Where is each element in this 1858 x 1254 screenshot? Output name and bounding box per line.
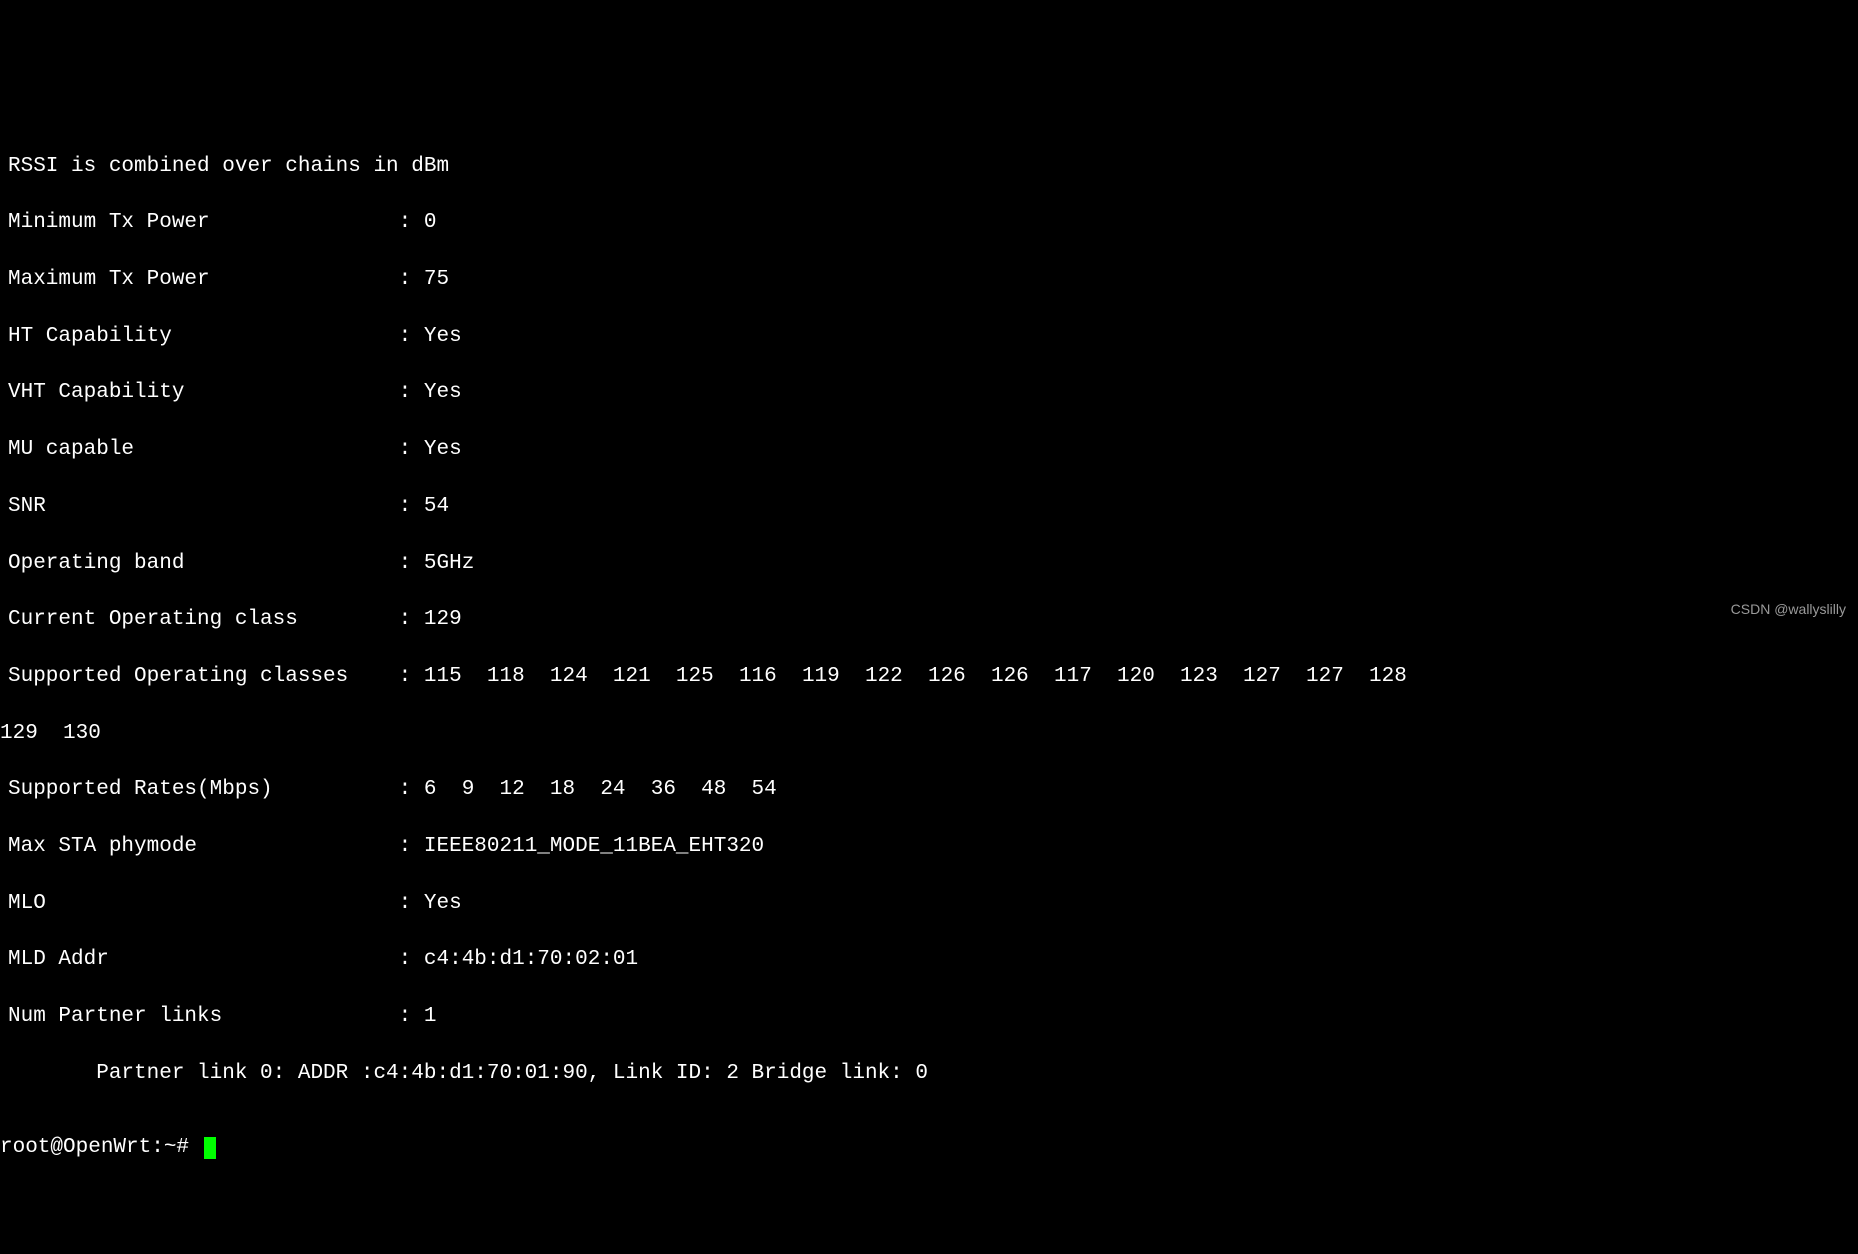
current-operating-class-label: Current Operating class — [8, 608, 298, 631]
max-tx-power-label: Maximum Tx Power — [8, 268, 210, 291]
max-sta-phymode-row: Max STA phymode : IEEE80211_MODE_11BEA_E… — [0, 833, 1858, 861]
cursor-icon — [204, 1137, 216, 1159]
operating-band-value: 5GHz — [424, 552, 474, 575]
snr-label: SNR — [8, 495, 46, 518]
supported-operating-classes-wrap: 129 130 — [0, 720, 1858, 748]
mld-addr-row: MLD Addr : c4:4b:d1:70:02:01 — [0, 946, 1858, 974]
min-tx-power-row: Minimum Tx Power : 0 — [0, 209, 1858, 237]
vht-capability-label: VHT Capability — [8, 381, 184, 404]
snr-value: 54 — [424, 495, 449, 518]
ht-capability-label: HT Capability — [8, 325, 172, 348]
supported-rates-row: Supported Rates(Mbps) : 6 9 12 18 24 36 … — [0, 776, 1858, 804]
max-tx-power-row: Maximum Tx Power : 75 — [0, 266, 1858, 294]
mu-capable-label: MU capable — [8, 438, 134, 461]
supported-operating-classes-label: Supported Operating classes — [8, 665, 348, 688]
ht-capability-value: Yes — [424, 325, 462, 348]
supported-rates-label: Supported Rates(Mbps) — [8, 778, 273, 801]
mlo-value: Yes — [424, 892, 462, 915]
terminal-output: RSSI is combined over chains in dBm Mini… — [0, 113, 1858, 1191]
rssi-header: RSSI is combined over chains in dBm — [0, 153, 1858, 181]
mlo-label: MLO — [8, 892, 46, 915]
num-partner-links-value: 1 — [424, 1005, 437, 1028]
mlo-row: MLO : Yes — [0, 890, 1858, 918]
partner-link-detail: Partner link 0: ADDR :c4:4b:d1:70:01:90,… — [0, 1060, 1858, 1088]
supported-operating-classes-row: Supported Operating classes : 115 118 12… — [0, 663, 1858, 691]
supported-rates-value: 6 9 12 18 24 36 48 54 — [424, 778, 777, 801]
current-operating-class-row: Current Operating class : 129 — [0, 606, 1858, 634]
watermark-text: CSDN @wallyslilly — [1731, 600, 1846, 619]
operating-band-label: Operating band — [8, 552, 184, 575]
max-tx-power-value: 75 — [424, 268, 449, 291]
shell-prompt-line[interactable]: root@OpenWrt:~# — [0, 1134, 1858, 1162]
vht-capability-value: Yes — [424, 381, 462, 404]
max-sta-phymode-label: Max STA phymode — [8, 835, 197, 858]
min-tx-power-label: Minimum Tx Power — [8, 211, 210, 234]
current-operating-class-value: 129 — [424, 608, 462, 631]
mu-capable-value: Yes — [424, 438, 462, 461]
max-sta-phymode-value: IEEE80211_MODE_11BEA_EHT320 — [424, 835, 764, 858]
supported-operating-classes-value-1: 115 118 124 121 125 116 119 122 126 126 … — [424, 665, 1407, 688]
operating-band-row: Operating band : 5GHz — [0, 550, 1858, 578]
min-tx-power-value: 0 — [424, 211, 437, 234]
shell-prompt: root@OpenWrt:~# — [0, 1136, 202, 1159]
num-partner-links-label: Num Partner links — [8, 1005, 222, 1028]
num-partner-links-row: Num Partner links : 1 — [0, 1003, 1858, 1031]
mld-addr-value: c4:4b:d1:70:02:01 — [424, 948, 638, 971]
ht-capability-row: HT Capability : Yes — [0, 323, 1858, 351]
mu-capable-row: MU capable : Yes — [0, 436, 1858, 464]
mld-addr-label: MLD Addr — [8, 948, 109, 971]
vht-capability-row: VHT Capability : Yes — [0, 379, 1858, 407]
snr-row: SNR : 54 — [0, 493, 1858, 521]
